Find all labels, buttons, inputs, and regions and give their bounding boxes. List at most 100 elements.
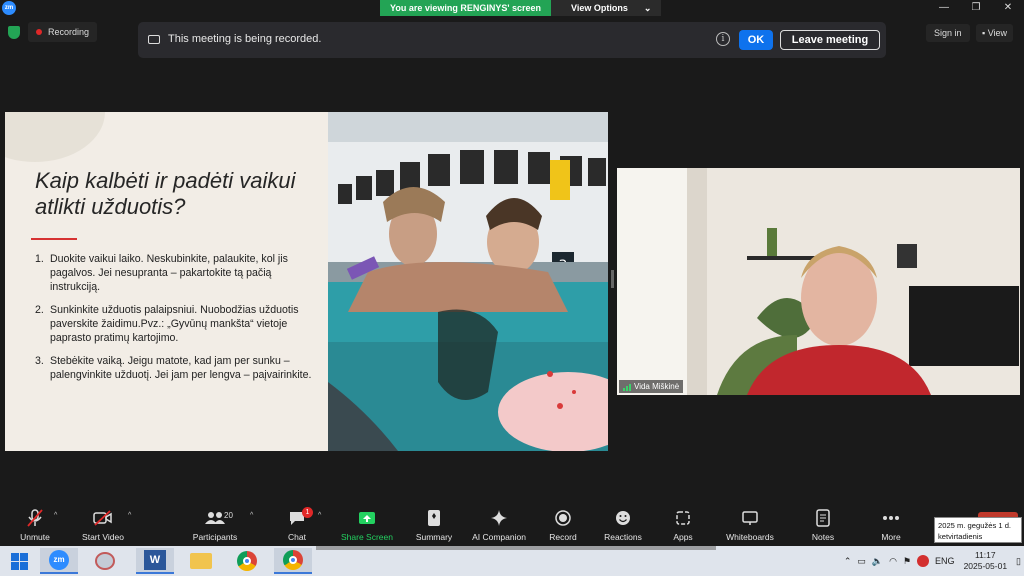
shared-screen: Kaip kalbėti ir padėti vaikui atlikti už… — [5, 112, 608, 451]
slide-item-text: Stebėkite vaiką. Jeigu matote, kad jam p… — [50, 355, 312, 381]
chat-caret-icon[interactable]: ^ — [318, 512, 321, 519]
summary-icon — [399, 508, 469, 528]
unmute-button[interactable]: Unmute — [0, 508, 70, 542]
more-dots-icon — [856, 508, 926, 528]
signal-strength-icon — [623, 383, 631, 391]
chat-button[interactable]: 1 Chat — [262, 507, 332, 542]
sign-in-button[interactable]: Sign in — [926, 24, 970, 42]
chrome-icon — [237, 551, 257, 571]
slide-list: 1. Duokite vaikui laiko. Neskubinkite, p… — [35, 252, 321, 391]
chevron-down-icon: ⌄ — [643, 3, 652, 13]
window-controls: — ❐ ✕ — [928, 0, 1024, 16]
recording-notice-bar: This meeting is being recorded. i OK Lea… — [138, 22, 886, 58]
meeting-toolbar: Unmute ^ Start Video ^ 20 Participants ^… — [0, 506, 1024, 546]
slide-item-text: Sunkinkite užduotis palaipsniui. Nuobodž… — [50, 304, 299, 344]
slide-item-number: 3. — [35, 355, 44, 367]
view-label: View — [987, 28, 1008, 38]
info-icon[interactable]: i — [716, 32, 730, 46]
more-label: More — [881, 532, 901, 542]
video-options-caret-icon[interactable]: ^ — [128, 512, 131, 519]
more-button[interactable]: More — [856, 508, 926, 542]
zoom-app-icon: zm — [49, 550, 69, 570]
start-video-label: Start Video — [82, 532, 124, 542]
slide-item-text: Duokite vaikui laiko. Neskubinkite, pala… — [50, 253, 288, 293]
apps-button[interactable]: Apps — [648, 508, 718, 542]
system-tray: ⌃ ▭ 🔈 ◠ ⚑ ENG 11:17 2025-05-01 ▯ — [841, 546, 1024, 576]
slide-list-item: 1. Duokite vaikui laiko. Neskubinkite, p… — [35, 252, 321, 294]
audio-options-caret-icon[interactable]: ^ — [54, 512, 57, 519]
antivirus-icon[interactable] — [917, 555, 930, 567]
view-button[interactable]: ▪ View — [976, 24, 1014, 42]
network-icon[interactable]: ▭ — [857, 556, 866, 567]
taskbar-clock[interactable]: 11:17 2025-05-01 — [964, 550, 1007, 572]
clock-time: 11:17 — [974, 550, 996, 560]
apps-icon — [648, 508, 718, 528]
close-button[interactable]: ✕ — [992, 0, 1024, 16]
share-screen-button[interactable]: Share Screen — [332, 508, 402, 542]
leave-meeting-button[interactable]: Leave meeting — [780, 30, 880, 50]
folder-icon — [190, 553, 212, 569]
sparkle-icon — [464, 508, 534, 528]
summary-label: Summary — [415, 532, 453, 542]
zoom-logo-icon: zm — [2, 1, 16, 15]
participant-name: Vida Miškinė — [634, 382, 680, 391]
swimming-pool-photo: 3 — [328, 112, 608, 451]
view-options-button[interactable]: View Options ⌄ — [551, 0, 662, 16]
share-banner: You are viewing RENGINYS' screen View Op… — [380, 0, 662, 16]
ok-button[interactable]: OK — [739, 30, 773, 50]
chat-label: Chat — [288, 532, 306, 542]
windows-logo-icon — [10, 552, 28, 570]
word-app-icon: W — [144, 550, 166, 570]
security-shield-icon[interactable] — [8, 26, 20, 39]
tray-overflow-icon[interactable]: ⌃ — [844, 556, 852, 567]
participants-caret-icon[interactable]: ^ — [250, 512, 253, 519]
zoom-meeting-window: zm You are viewing RENGINYS' screen View… — [0, 0, 1024, 576]
flag-icon[interactable]: ⚑ — [903, 556, 911, 567]
date-tooltip: 2025 m. gegužės 1 d. ketvirtadienis — [934, 517, 1022, 543]
slide-title-underline — [31, 238, 77, 240]
chat-icon: 1 — [262, 507, 332, 528]
wifi-icon[interactable]: ◠ — [889, 556, 897, 567]
taskbar-word[interactable]: W — [136, 548, 174, 574]
whiteboards-label: Whiteboards — [726, 532, 774, 542]
title-bar: zm You are viewing RENGINYS' screen View… — [0, 0, 1024, 16]
ai-companion-button[interactable]: AI Companion — [464, 508, 534, 542]
ai-companion-label: AI Companion — [472, 532, 526, 542]
minimize-button[interactable]: — — [928, 0, 960, 16]
viewing-screen-label: You are viewing RENGINYS' screen — [380, 0, 552, 16]
taskbar-zoom[interactable]: zm — [40, 548, 78, 574]
recording-dot-icon — [36, 29, 42, 35]
participant-video-tile[interactable]: Vida Miškinė — [617, 168, 1020, 395]
summary-button[interactable]: Summary — [399, 508, 469, 542]
language-indicator[interactable]: ENG — [935, 556, 955, 566]
participants-icon: 20 — [180, 508, 250, 528]
restore-button[interactable]: ❐ — [960, 0, 992, 16]
view-options-label: View Options — [571, 3, 628, 13]
notification-icon[interactable]: ▯ — [1016, 556, 1021, 567]
share-screen-label: Share Screen — [341, 532, 393, 542]
start-button[interactable] — [0, 548, 38, 574]
whiteboard-icon — [715, 508, 785, 528]
participant-video-image — [617, 168, 1020, 395]
slide-item-number: 2. — [35, 304, 44, 316]
clock-date: 2025-05-01 — [963, 561, 1008, 571]
slide-list-item: 3. Stebėkite vaiką. Jeigu matote, kad ja… — [35, 354, 321, 382]
recording-label: Recording — [48, 27, 90, 37]
volume-icon[interactable]: 🔈 — [872, 556, 883, 567]
taskbar-chrome[interactable] — [228, 548, 266, 574]
whiteboards-button[interactable]: Whiteboards — [715, 508, 785, 542]
taskbar-chrome-2[interactable] — [274, 548, 312, 574]
slide-title: Kaip kalbėti ir padėti vaikui atlikti už… — [35, 168, 296, 219]
notes-button[interactable]: Notes — [788, 508, 858, 542]
recording-camera-icon — [148, 35, 160, 44]
unmute-label: Unmute — [20, 532, 50, 542]
slide-item-number: 1. — [35, 253, 44, 265]
recording-indicator[interactable]: Recording — [28, 22, 98, 42]
apps-label: Apps — [673, 532, 693, 542]
taskbar-file-explorer[interactable] — [182, 548, 220, 574]
taskbar-app-2[interactable] — [86, 548, 124, 574]
split-view-handle[interactable] — [611, 270, 614, 288]
participant-name-tag: Vida Miškinė — [619, 380, 684, 393]
chrome-icon — [283, 550, 303, 570]
participants-button[interactable]: 20 Participants — [180, 508, 250, 542]
